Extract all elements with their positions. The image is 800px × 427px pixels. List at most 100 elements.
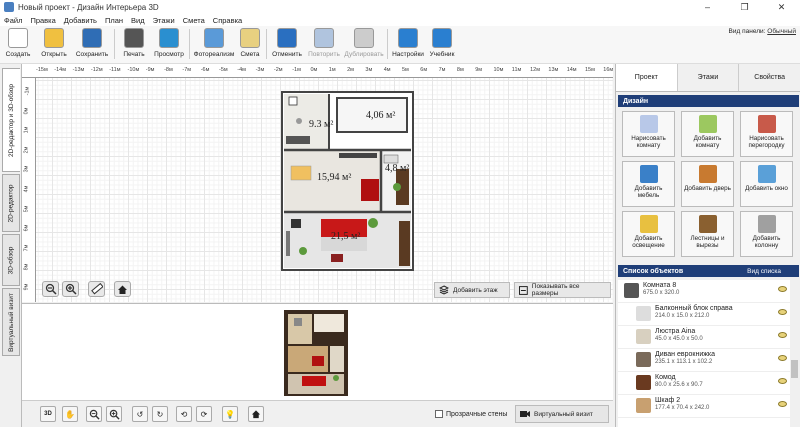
add-floor-button[interactable]: Добавить этаж <box>434 282 510 298</box>
tab-properties[interactable]: Свойства <box>739 64 800 91</box>
toolbar-button-floppy[interactable]: Сохранить <box>72 26 112 62</box>
measure-button[interactable] <box>88 281 105 297</box>
rotate-left-button[interactable]: ↺ <box>132 406 148 422</box>
visibility-eye-icon[interactable] <box>778 286 787 292</box>
visibility-eye-icon[interactable] <box>778 378 787 384</box>
visibility-eye-icon[interactable] <box>778 355 787 361</box>
plan-editor[interactable]: -15м -14м -13м -12м -11м -10м -9м -8м -7м -6м -5м -… <box>22 64 613 302</box>
lighting-button[interactable]: 💡 <box>222 406 238 422</box>
toolbar-button-photo[interactable]: Фотореализм <box>192 26 236 62</box>
ruler-left-tick: 1м <box>23 126 30 134</box>
transparent-walls-checkbox[interactable] <box>435 410 443 418</box>
visibility-eye-icon[interactable] <box>778 401 787 407</box>
3d-render[interactable] <box>22 304 613 401</box>
panel-view-value[interactable]: Обычный <box>767 28 796 35</box>
home-icon <box>251 410 261 419</box>
toolbar-button-gear[interactable]: Настройки <box>390 26 426 62</box>
design-header-label: Дизайн <box>623 97 649 105</box>
visibility-eye-icon[interactable] <box>778 332 787 338</box>
menu-add[interactable]: Добавить <box>60 16 101 25</box>
list-view-selector[interactable]: Вид списка <box>747 268 781 275</box>
floor-plan[interactable]: 9.3 м² 4,06 м² 15,94 м² 4,8 м² 21,5 м² <box>281 91 414 271</box>
design-button-stairs[interactable]: Лестницы и вырезы <box>681 211 734 257</box>
panel-view-selector[interactable]: Вид панели: Обычный <box>729 28 796 35</box>
toolbar-separator <box>387 29 388 59</box>
notepad-icon <box>240 28 260 48</box>
menu-help[interactable]: Справка <box>209 16 246 25</box>
tab-2d-3d-label: 2D-редактор и 3D-обзор <box>8 83 16 157</box>
orbit-up-button[interactable]: ⟳ <box>196 406 212 422</box>
3d-view[interactable] <box>22 303 613 400</box>
menu-plan[interactable]: План <box>101 16 127 25</box>
visibility-eye-icon[interactable] <box>778 309 787 315</box>
show-all-sizes-button[interactable]: Показывать все размеры <box>514 282 611 298</box>
menu-floors[interactable]: Этажи <box>149 16 179 25</box>
folder-icon <box>44 28 64 48</box>
toolbar-button-document[interactable]: Создать <box>0 26 36 62</box>
design-button-lamp[interactable]: Добавить освещение <box>622 211 675 257</box>
design-button-draw-room[interactable]: Нарисовать комнату <box>622 111 675 157</box>
tab-virtual-visit[interactable]: Виртуальный визит <box>2 288 20 356</box>
toolbar-button-notepad[interactable]: Смета <box>236 26 264 62</box>
toolbar-button-printer[interactable]: Печать <box>117 26 151 62</box>
object-list-item[interactable]: Диван еврокнижка 235.1 x 113.1 x 102.2 <box>618 349 799 372</box>
menu-file[interactable]: Файл <box>0 16 26 25</box>
zoom-in-button[interactable] <box>62 281 79 297</box>
monitor-icon <box>159 28 179 48</box>
tab-2d-3d[interactable]: 2D-редактор и 3D-обзор <box>2 68 20 172</box>
toolbar-button-undo[interactable]: Отменить <box>269 26 305 62</box>
scrollbar-thumb[interactable] <box>791 360 798 378</box>
object-list-item[interactable]: Балконный блок справа 214.0 x 15.0 x 212.… <box>618 303 799 326</box>
menu-view[interactable]: Вид <box>127 16 149 25</box>
tab-2d-editor[interactable]: 2D-редактор <box>2 174 20 232</box>
toolbar-button-duplicate[interactable]: Дублировать <box>343 26 385 62</box>
object-list-item[interactable]: Люстра Aina 45.0 x 45.0 x 50.0 <box>618 326 799 349</box>
ruler-top-tick: -5м <box>219 67 228 73</box>
object-list-scrollbar[interactable] <box>790 280 799 427</box>
zoom-in-3d-button[interactable] <box>106 406 122 422</box>
toolbar-button-label: Смета <box>240 51 260 58</box>
menu-edit[interactable]: Правка <box>26 16 59 25</box>
ruler-top-tick: -12м <box>90 67 103 73</box>
rotate-right-button[interactable]: ↻ <box>152 406 168 422</box>
toolbar-button-folder[interactable]: Открыть <box>36 26 72 62</box>
design-button-label: Нарисовать комнату <box>631 135 666 149</box>
tab-3d-view[interactable]: 3D-обзор <box>2 234 20 286</box>
object-list-item[interactable]: Шкаф 2 177.4 x 70.4 x 242.0 <box>618 395 799 418</box>
virtual-visit-button[interactable]: Виртуальный визит <box>515 405 609 423</box>
design-button-chair[interactable]: Добавить мебель <box>622 161 675 207</box>
design-button-window[interactable]: Добавить окно <box>740 161 793 207</box>
zoom-out-button[interactable] <box>42 281 59 297</box>
object-list[interactable]: Комната 8 675.0 x 320.0 Балконный блок спр… <box>618 280 799 427</box>
ruler-left-tick: 2м <box>23 146 30 154</box>
object-list-item[interactable]: Комната 8 675.0 x 320.0 <box>618 280 799 303</box>
toolbar-button-help[interactable]: Учебник <box>426 26 458 62</box>
home-view-button[interactable] <box>114 281 131 297</box>
ruler-top-tick: 8м <box>456 67 464 73</box>
zoom-out-3d-button[interactable] <box>86 406 102 422</box>
toolbar-button-label: Настройки <box>392 51 424 58</box>
design-button-door[interactable]: Добавить дверь <box>681 161 734 207</box>
floppy-icon <box>82 28 102 48</box>
pan-button[interactable]: ✋ <box>62 406 78 422</box>
ruler-left: -1м 0м 1м 2м 3м 4м 5м 6м 7м 8м 9м <box>22 78 36 302</box>
home-3d-button[interactable] <box>248 406 264 422</box>
design-button-brick-wall[interactable]: Нарисовать перегородку <box>740 111 793 157</box>
maximize-button[interactable]: ❐ <box>726 0 763 14</box>
tab-floors[interactable]: Этажи <box>678 64 740 91</box>
toolbar-button-redo[interactable]: Повторить <box>305 26 343 62</box>
transparent-walls-toggle[interactable]: Прозрачные стены <box>435 410 507 418</box>
tab-3d-view-label: 3D-обзор <box>7 246 15 274</box>
ruler-top-tick: 5м <box>402 67 409 73</box>
orbit-down-button[interactable]: ⟲ <box>176 406 192 422</box>
design-button-column[interactable]: Добавить колонну <box>740 211 793 257</box>
menu-estimate[interactable]: Смета <box>179 16 209 25</box>
minimize-button[interactable]: – <box>689 0 726 14</box>
design-button-add-room[interactable]: Добавить комнату <box>681 111 734 157</box>
tab-project[interactable]: Проект <box>616 64 678 91</box>
object-list-item[interactable]: Комод 80.0 x 25.6 x 90.7 <box>618 372 799 395</box>
toolbar-button-monitor[interactable]: Просмотр <box>151 26 187 62</box>
close-button[interactable]: ✕ <box>763 0 800 14</box>
zoom-out-icon <box>45 283 57 295</box>
mode-3d-button[interactable]: 3D <box>40 406 56 422</box>
